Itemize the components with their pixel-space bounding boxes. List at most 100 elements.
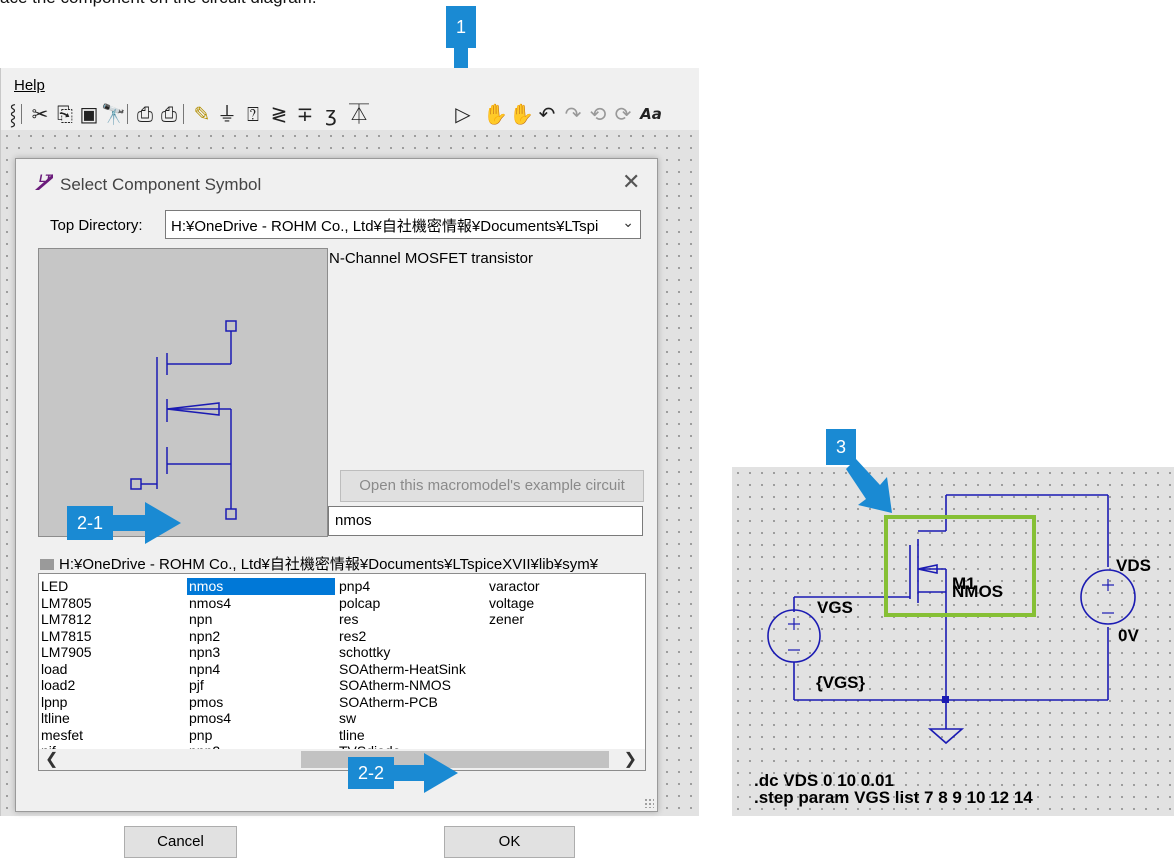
toolbar-separator bbox=[21, 104, 22, 124]
capacitor-icon[interactable]: ∓ bbox=[293, 101, 317, 127]
list-column: varactor voltage zener bbox=[487, 578, 540, 628]
component-description: N-Channel MOSFET transistor bbox=[329, 250, 533, 267]
callout-step-2-1: 2-1 bbox=[67, 506, 113, 540]
ground-icon[interactable]: ⏚ bbox=[215, 101, 239, 127]
callout-step-2-1-label: 2-1 bbox=[76, 513, 103, 533]
toolbar-separator bbox=[183, 104, 184, 124]
component-icon[interactable]: ▷ bbox=[451, 101, 475, 127]
resistor-icon[interactable]: ≷ bbox=[267, 101, 291, 127]
list-item[interactable]: load2 bbox=[39, 677, 92, 694]
instruction-caption: ace the component on the circuit diagram… bbox=[0, 0, 317, 8]
callout-step-2-2-arrow bbox=[392, 753, 458, 793]
list-item[interactable]: mesfet bbox=[39, 727, 92, 744]
dialog-title: Select Component Symbol bbox=[60, 175, 262, 194]
print-setup-icon[interactable]: ⎙ bbox=[157, 101, 181, 127]
vds-value: 0V bbox=[1118, 626, 1139, 645]
toolbar: ⸾ ✂ ⎘ ▣ 🔭 ⎙ ⎙ ✎ ⏚ ⍰ ≷ ∓ ʒ ⏄ ▷ ✋ ✋ ↶ ↷ ⟲ … bbox=[1, 98, 699, 232]
list-item[interactable]: pmos4 bbox=[187, 710, 335, 727]
list-item[interactable]: zener bbox=[487, 611, 540, 628]
top-directory-value: H:¥OneDrive - ROHM Co., Ltd¥自社機密情報¥Docum… bbox=[171, 218, 599, 235]
folder-icon bbox=[40, 559, 54, 570]
list-item[interactable]: LM7805 bbox=[39, 595, 92, 612]
list-item[interactable]: SOAtherm-NMOS bbox=[337, 677, 466, 694]
list-item[interactable]: npn bbox=[187, 611, 335, 628]
list-item[interactable]: nmos4 bbox=[187, 595, 335, 612]
list-item[interactable]: ltline bbox=[39, 710, 92, 727]
dc-directive: .dc VDS 0 10 0.01 bbox=[754, 771, 894, 790]
select-component-dialog: LT Select Component Symbol ✕ Top Directo… bbox=[15, 158, 658, 858]
horizontal-scrollbar[interactable]: ❮ ❯ bbox=[39, 749, 645, 770]
list-item[interactable]: res bbox=[337, 611, 466, 628]
rotate-icon[interactable]: ⟲ bbox=[586, 101, 610, 127]
callout-step-3-arrow bbox=[846, 459, 892, 513]
callout-step-1-label: 1 bbox=[455, 17, 466, 37]
toolbar-separator bbox=[127, 104, 128, 124]
list-item[interactable]: SOAtherm-HeatSink bbox=[337, 661, 466, 678]
close-icon[interactable]: ✕ bbox=[622, 169, 640, 195]
scissors-icon[interactable]: ✂ bbox=[28, 101, 52, 127]
move-icon[interactable]: ✋ bbox=[483, 101, 508, 127]
list-item[interactable]: voltage bbox=[487, 595, 540, 612]
library-path-text: H:¥OneDrive - ROHM Co., Ltd¥自社機密情報¥Docum… bbox=[59, 556, 599, 573]
list-item[interactable]: pnp4 bbox=[337, 578, 466, 595]
list-item[interactable]: npn3 bbox=[187, 644, 335, 661]
draw-wire-icon[interactable]: ✎ bbox=[190, 101, 214, 127]
print-icon[interactable]: ⎙ bbox=[133, 101, 157, 127]
menu-help[interactable]: Help bbox=[14, 77, 45, 94]
list-item[interactable]: pmos bbox=[187, 694, 335, 711]
list-item[interactable]: sw bbox=[337, 710, 466, 727]
list-item[interactable]: pnp bbox=[187, 727, 335, 744]
component-name-field[interactable]: nmos bbox=[328, 506, 643, 536]
list-item[interactable]: LM7905 bbox=[39, 644, 92, 661]
list-item[interactable]: SOAtherm-PCB bbox=[337, 694, 466, 711]
list-item[interactable]: polcap bbox=[337, 595, 466, 612]
library-path: H:¥OneDrive - ROHM Co., Ltd¥自社機密情報¥Docum… bbox=[40, 553, 598, 574]
list-item[interactable]: nmos bbox=[187, 578, 335, 595]
component-list[interactable]: LED LM7805 LM7812 LM7815 LM7905 load load2 lpnp… bbox=[38, 573, 646, 771]
scroll-left-icon[interactable]: ❮ bbox=[45, 749, 58, 770]
list-item[interactable]: LED bbox=[39, 578, 92, 595]
mirror-icon[interactable]: ⟳ bbox=[611, 101, 635, 127]
list-item[interactable]: res2 bbox=[337, 628, 466, 645]
list-item[interactable]: lpnp bbox=[39, 694, 92, 711]
ltspice-logo-icon: LT bbox=[35, 173, 53, 190]
find-icon[interactable]: 🔭 bbox=[101, 101, 126, 127]
list-item[interactable]: load bbox=[39, 661, 92, 678]
open-example-button[interactable]: Open this macromodel's example circuit bbox=[340, 470, 644, 502]
list-item[interactable]: npn4 bbox=[187, 661, 335, 678]
text-icon[interactable]: Aa bbox=[639, 101, 663, 127]
step-directive: .step param VGS list 7 8 9 10 12 14 bbox=[754, 788, 1033, 807]
list-item[interactable]: varactor bbox=[487, 578, 540, 595]
copy-icon[interactable]: ⎘ bbox=[53, 101, 77, 127]
list-item[interactable]: schottky bbox=[337, 644, 466, 661]
ok-button[interactable]: OK bbox=[444, 826, 575, 858]
redo-icon[interactable]: ↷ bbox=[561, 101, 585, 127]
list-column: pnp4 polcap res res2 schottky SOAtherm-HeatSi… bbox=[337, 578, 466, 760]
diode-icon[interactable]: ⏄ bbox=[347, 101, 371, 127]
top-directory-select[interactable]: H:¥OneDrive - ROHM Co., Ltd¥自社機密情報¥Docum… bbox=[165, 210, 641, 239]
callout-step-2-2: 2-2 bbox=[348, 757, 394, 789]
ltspice-window: Help ⸾ ✂ ⎘ ▣ 🔭 ⎙ ⎙ ✎ ⏚ ⍰ ≷ ∓ ʒ ⏄ ▷ ✋ ✋ ↶… bbox=[0, 68, 699, 858]
chevron-down-icon: ⌄ bbox=[622, 214, 634, 230]
undo-icon[interactable]: ↶ bbox=[535, 101, 559, 127]
callout-step-3-label: 3 bbox=[835, 437, 846, 457]
drag-icon[interactable]: ✋ bbox=[509, 101, 534, 127]
resize-grip-icon[interactable] bbox=[644, 798, 654, 808]
list-item[interactable]: pjf bbox=[187, 677, 335, 694]
scroll-right-icon[interactable]: ❯ bbox=[624, 749, 637, 770]
list-item[interactable]: npn2 bbox=[187, 628, 335, 645]
list-column: nmosnmos4npnnpn2npn3npn4pjfpmospmos4pnpp… bbox=[187, 578, 335, 760]
component-name-value: nmos bbox=[335, 512, 372, 529]
paste-icon[interactable]: ▣ bbox=[77, 101, 101, 127]
list-item[interactable]: tline bbox=[337, 727, 466, 744]
list-item[interactable]: LM7812 bbox=[39, 611, 92, 628]
spice-directives: .dc VDS 0 10 0.01 .step param VGS list 7… bbox=[754, 772, 1033, 806]
cancel-button[interactable]: Cancel bbox=[124, 826, 237, 858]
inductor-icon[interactable]: ʒ bbox=[319, 101, 343, 127]
list-item[interactable]: LM7815 bbox=[39, 628, 92, 645]
callout-step-2-1-arrow bbox=[111, 502, 181, 544]
list-column: LED LM7805 LM7812 LM7815 LM7905 load load2 lpnp… bbox=[39, 578, 92, 760]
m1-model-label: NMOS bbox=[952, 582, 1003, 601]
label-net-icon[interactable]: ⍰ bbox=[241, 101, 265, 127]
callout-step-1: 1 bbox=[446, 6, 476, 48]
